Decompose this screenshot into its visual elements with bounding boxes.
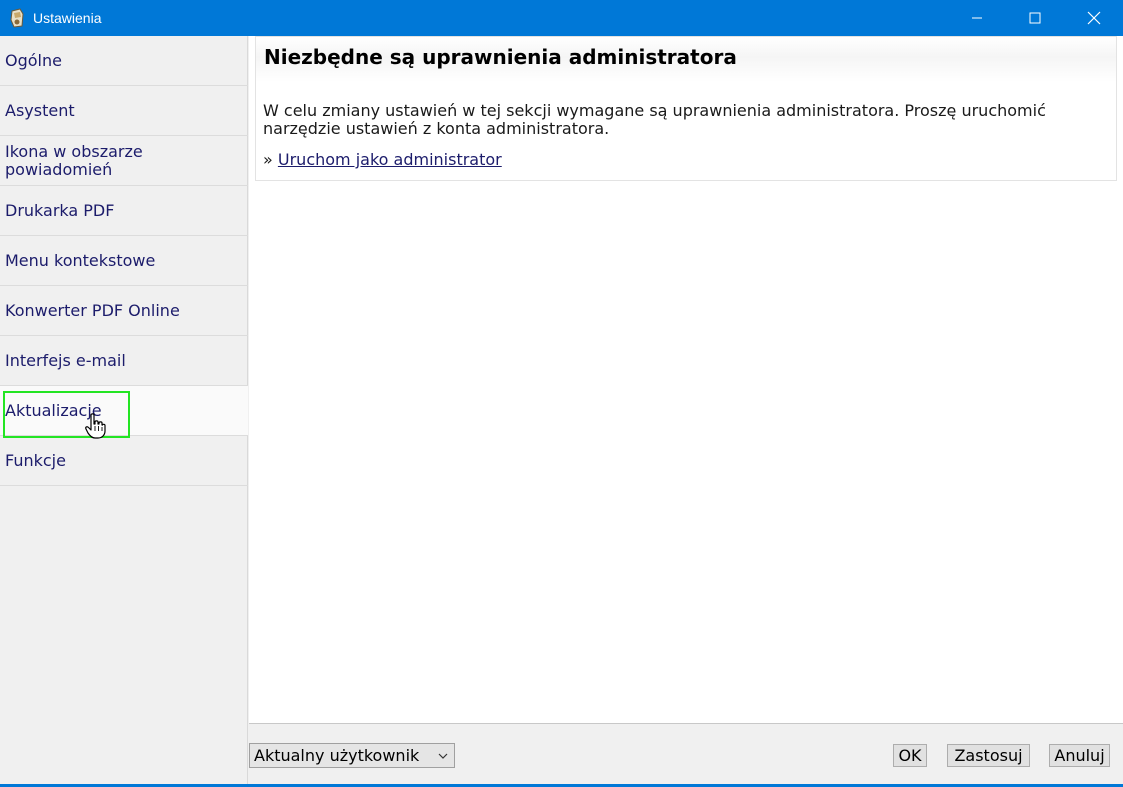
maximize-icon <box>1029 12 1041 24</box>
notice-link-row: » Uruchom jako administrator <box>263 150 502 169</box>
sidebar-item-ogolne[interactable]: Ogólne <box>0 36 248 86</box>
sidebar-item-asystent[interactable]: Asystent <box>0 86 248 136</box>
window-title: Ustawienia <box>33 10 102 26</box>
sidebar-item-konwerter-pdf[interactable]: Konwerter PDF Online <box>0 286 248 336</box>
sidebar-item-label: Funkcje <box>5 450 66 470</box>
hand-cursor-icon <box>85 413 107 439</box>
run-as-admin-link[interactable]: Uruchom jako administrator <box>278 150 502 169</box>
notice-text: W celu zmiany ustawień w tej sekcji wyma… <box>263 101 1046 138</box>
notice-title: Niezbędne są uprawnienia administratora <box>264 45 737 69</box>
sidebar-item-drukarka-pdf[interactable]: Drukarka PDF <box>0 186 248 236</box>
ok-button[interactable]: OK <box>893 744 927 767</box>
sidebar-item-interfejs-email[interactable]: Interfejs e-mail <box>0 336 248 386</box>
sidebar-item-label: Asystent <box>5 100 75 120</box>
sidebar-item-aktualizacje[interactable]: Aktualizacje <box>0 386 248 436</box>
minimize-icon <box>972 17 982 19</box>
title-bar: Ustawienia <box>0 0 1123 36</box>
sidebar-item-menu-kontekstowe[interactable]: Menu kontekstowe <box>0 236 248 286</box>
sidebar-item-label: Ikona w obszarze powiadomień <box>5 141 143 179</box>
sidebar-item-label: Konwerter PDF Online <box>5 300 180 320</box>
settings-sidebar: Ogólne Asystent Ikona w obszarze powiado… <box>0 36 248 787</box>
maximize-button[interactable] <box>1006 0 1064 36</box>
close-icon <box>1087 11 1101 25</box>
admin-required-notice: Niezbędne są uprawnienia administratora … <box>255 36 1117 181</box>
close-button[interactable] <box>1065 0 1123 36</box>
settings-content-panel: Niezbędne są uprawnienia administratora … <box>249 36 1123 724</box>
sidebar-item-label: Ogólne <box>5 50 62 70</box>
minimize-button[interactable] <box>948 0 1006 36</box>
apply-button[interactable]: Zastosuj <box>947 744 1030 767</box>
chevron-down-icon <box>438 753 448 759</box>
sidebar-item-ikona-powiadomien[interactable]: Ikona w obszarze powiadomień <box>0 136 248 186</box>
link-prefix: » <box>263 150 273 169</box>
sidebar-item-label: Menu kontekstowe <box>5 250 156 270</box>
cancel-button[interactable]: Anuluj <box>1049 744 1110 767</box>
sidebar-item-funkcje[interactable]: Funkcje <box>0 436 248 486</box>
app-icon <box>9 8 27 28</box>
sidebar-item-label: Drukarka PDF <box>5 200 115 220</box>
settings-scope-select[interactable]: Aktualny użytkownik <box>249 743 455 768</box>
settings-scope-value: Aktualny użytkownik <box>254 746 420 765</box>
sidebar-item-label: Interfejs e-mail <box>5 350 126 370</box>
